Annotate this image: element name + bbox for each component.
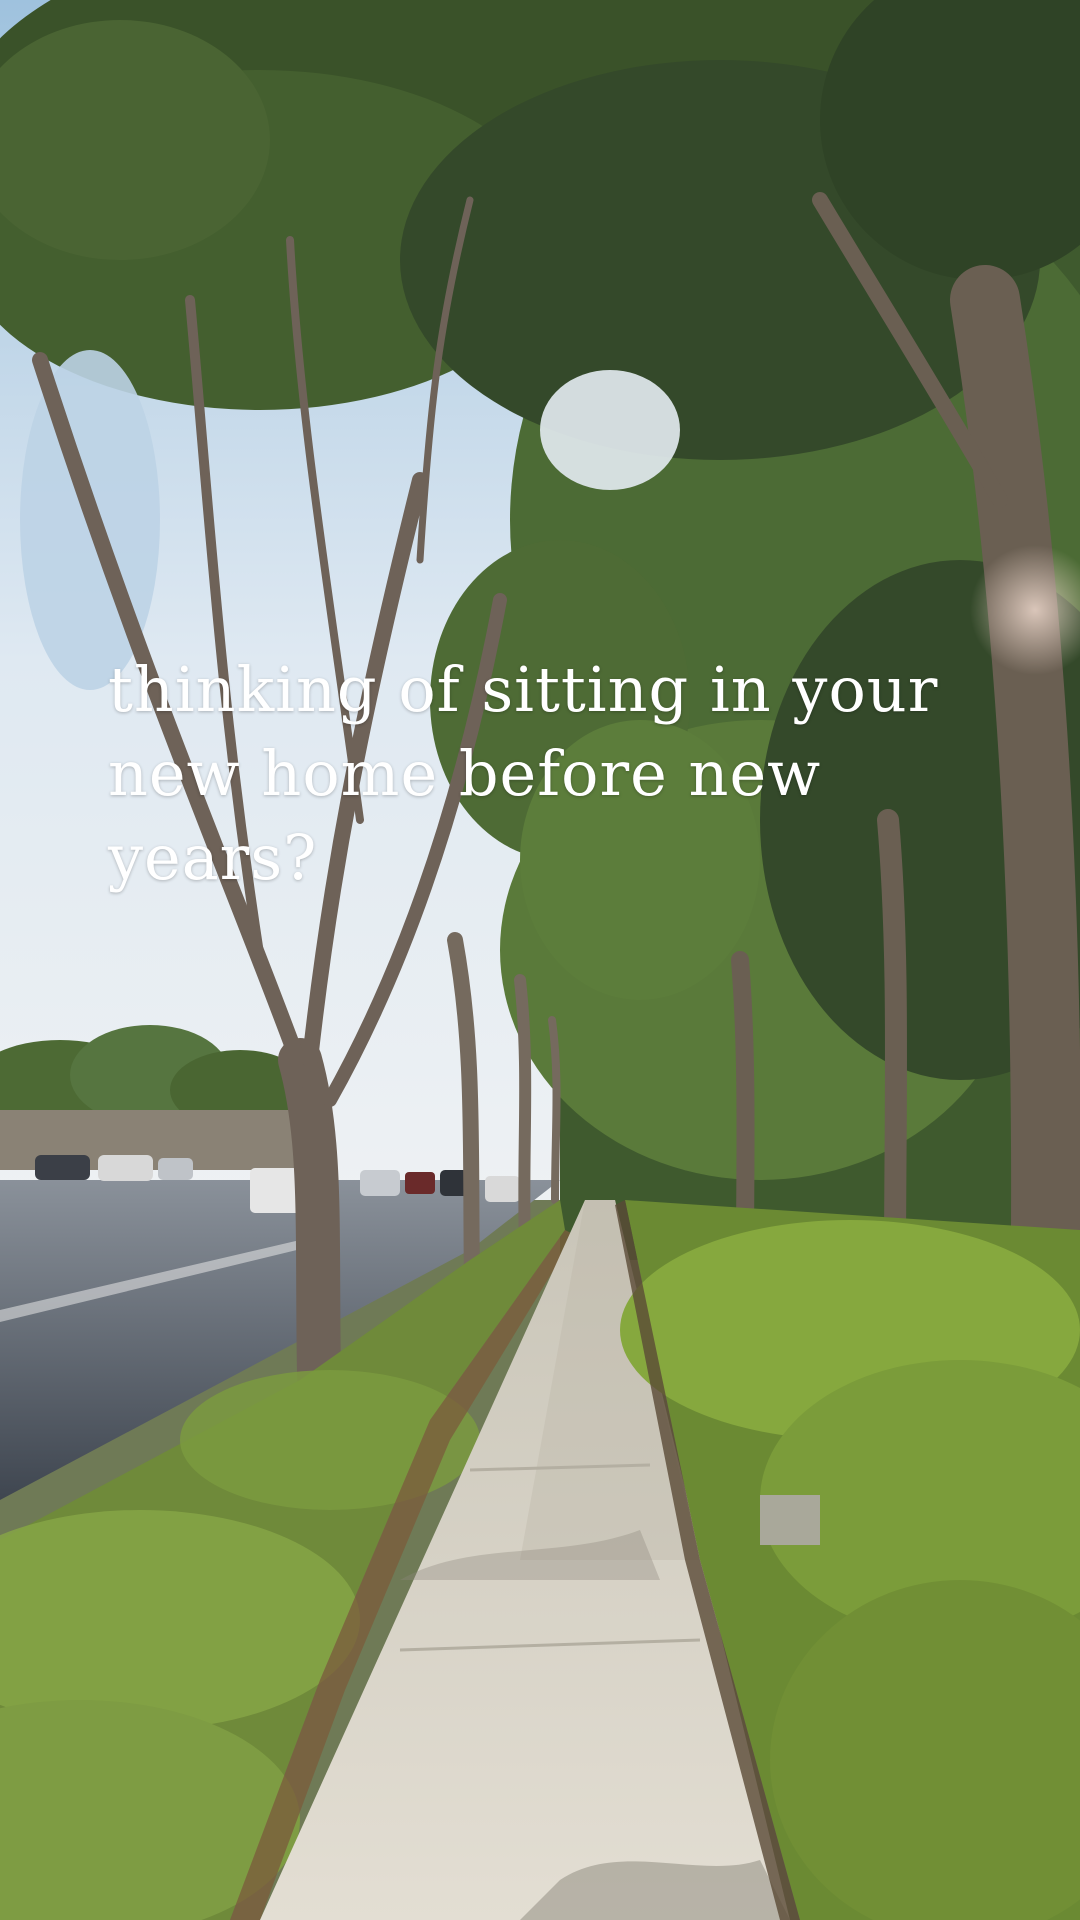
video-frame: thinking of sitting in your new home bef… [0, 0, 1080, 1920]
street-scene-photo [0, 0, 1080, 1920]
caption-text: thinking of sitting in your new home bef… [108, 653, 939, 894]
